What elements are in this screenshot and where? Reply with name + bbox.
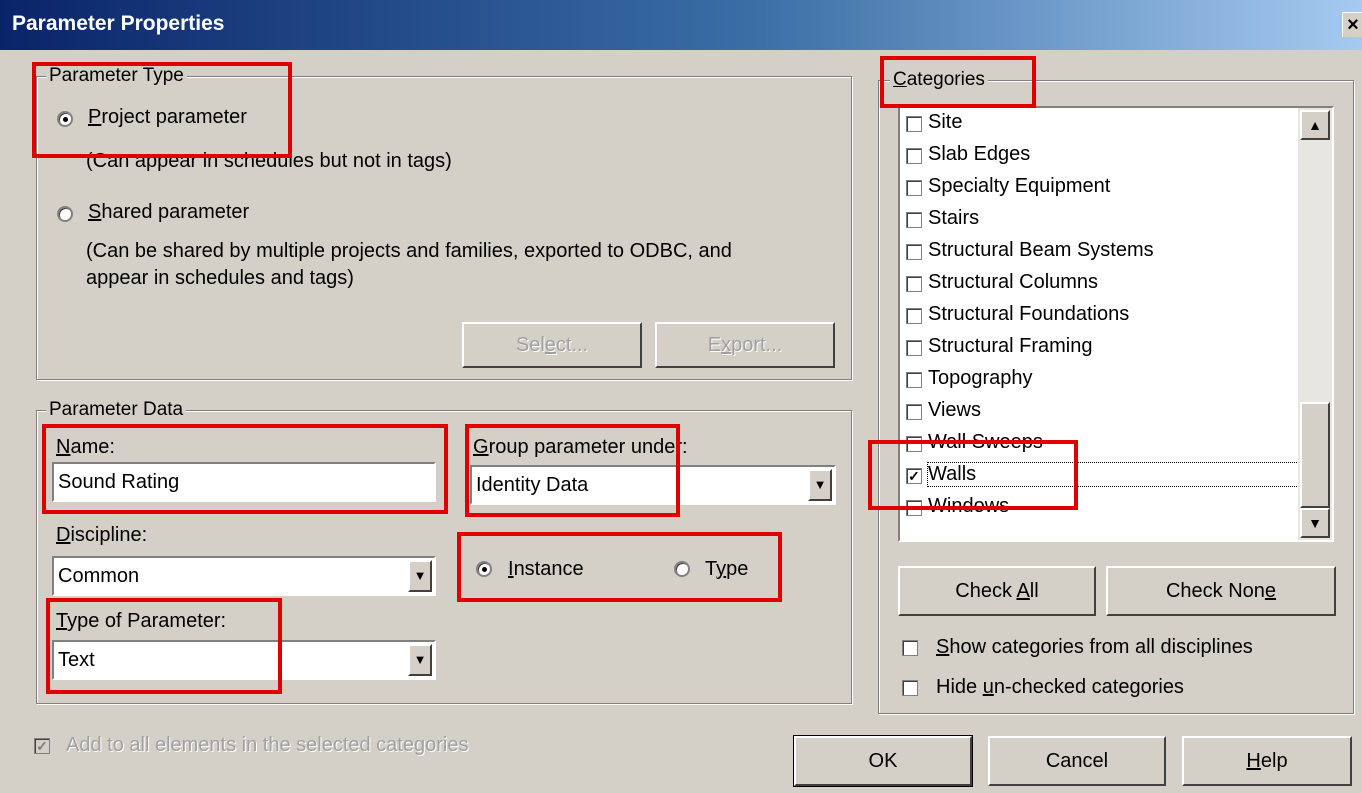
- category-checkbox[interactable]: [906, 404, 922, 420]
- category-item[interactable]: Structural Foundations: [904, 300, 1296, 332]
- category-item[interactable]: Structural Beam Systems: [904, 236, 1296, 268]
- chevron-down-icon[interactable]: ▼: [808, 469, 832, 501]
- hide-unchecked-label[interactable]: Hide un-checked categories: [936, 676, 1184, 699]
- add-to-all-checkbox[interactable]: ✓: [34, 738, 50, 754]
- highlight-instance-type: [457, 532, 782, 602]
- chevron-down-icon[interactable]: ▼: [408, 644, 432, 676]
- category-label: Views: [928, 399, 981, 421]
- category-checkbox[interactable]: [906, 116, 922, 132]
- show-all-disciplines-label[interactable]: Show categories from all disciplines: [936, 636, 1253, 659]
- parameter-data-legend: Parameter Data: [46, 399, 187, 421]
- highlight-parameter-type: [32, 62, 292, 158]
- category-checkbox[interactable]: [906, 308, 922, 324]
- category-checkbox[interactable]: [906, 372, 922, 388]
- show-all-disciplines-checkbox[interactable]: [902, 640, 918, 656]
- scroll-down-icon[interactable]: ▼: [1300, 508, 1330, 538]
- category-item[interactable]: Stairs: [904, 204, 1296, 236]
- cancel-button[interactable]: Cancel: [988, 736, 1166, 786]
- category-checkbox[interactable]: [906, 276, 922, 292]
- select-button[interactable]: Select...: [462, 322, 642, 368]
- category-item[interactable]: Structural Columns: [904, 268, 1296, 300]
- category-item[interactable]: Specialty Equipment: [904, 172, 1296, 204]
- category-label: Structural Framing: [928, 335, 1093, 357]
- category-checkbox[interactable]: [906, 244, 922, 260]
- shared-parameter-description-1: (Can be shared by multiple projects and …: [86, 240, 732, 262]
- category-label: Structural Foundations: [928, 303, 1130, 325]
- help-button[interactable]: Help: [1182, 736, 1352, 786]
- scroll-up-icon[interactable]: ▲: [1300, 110, 1330, 140]
- highlight-name: [42, 424, 448, 514]
- highlight-group-under: [465, 424, 680, 517]
- category-checkbox[interactable]: [906, 180, 922, 196]
- category-item[interactable]: Slab Edges: [904, 140, 1296, 172]
- category-label: Stairs: [928, 207, 980, 229]
- chevron-down-icon[interactable]: ▼: [408, 560, 432, 592]
- category-label: Structural Beam Systems: [928, 239, 1154, 261]
- highlight-categories: [880, 56, 1036, 108]
- category-item[interactable]: Topography: [904, 364, 1296, 396]
- shared-parameter-radio[interactable]: [57, 206, 73, 222]
- category-label: Site: [928, 111, 963, 133]
- category-checkbox[interactable]: [906, 148, 922, 164]
- category-label: Specialty Equipment: [928, 175, 1111, 197]
- close-icon[interactable]: ×: [1342, 12, 1362, 37]
- add-to-all-label[interactable]: Add to all elements in the selected cate…: [66, 734, 468, 757]
- category-item[interactable]: Structural Framing: [904, 332, 1296, 364]
- highlight-type-of-parameter: [46, 598, 282, 694]
- highlight-walls: [868, 440, 1078, 510]
- category-checkbox[interactable]: [906, 340, 922, 356]
- window-title: Parameter Properties: [12, 12, 225, 35]
- hide-unchecked-checkbox[interactable]: [902, 680, 918, 696]
- category-label: Structural Columns: [928, 271, 1099, 293]
- shared-parameter-label[interactable]: Shared parameter: [88, 201, 249, 224]
- scrollbar-thumb[interactable]: [1300, 402, 1330, 508]
- discipline-label: Discipline:: [56, 524, 148, 546]
- check-none-button[interactable]: Check None: [1106, 566, 1336, 616]
- category-item[interactable]: Views: [904, 396, 1296, 428]
- check-all-button[interactable]: Check All: [898, 566, 1096, 616]
- category-checkbox[interactable]: [906, 212, 922, 228]
- export-button[interactable]: Export...: [655, 322, 835, 368]
- category-label: Slab Edges: [928, 143, 1031, 165]
- category-item[interactable]: Site: [904, 108, 1296, 140]
- ok-button[interactable]: OK: [793, 735, 973, 787]
- shared-parameter-description-2: appear in schedules and tags): [86, 267, 354, 289]
- category-label: Topography: [928, 367, 1033, 389]
- discipline-select[interactable]: Common: [52, 556, 436, 596]
